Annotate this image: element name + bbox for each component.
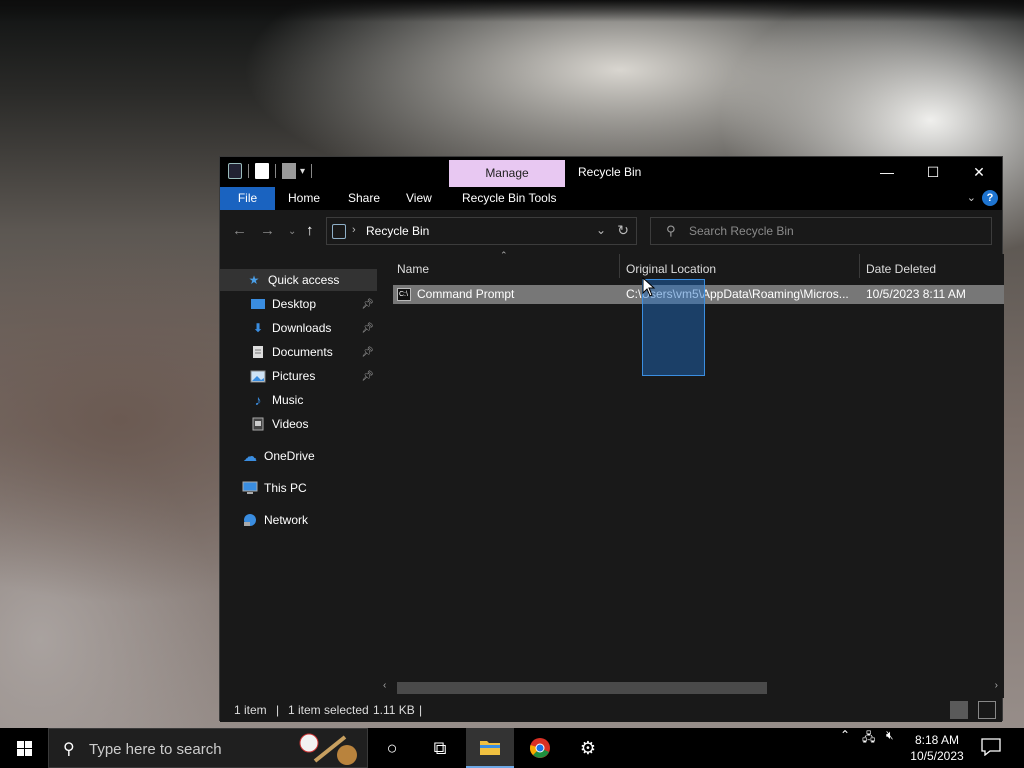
customize-toolbar-chevron-icon[interactable]: ▾	[300, 166, 305, 177]
pictures-icon	[250, 369, 266, 383]
minimize-button[interactable]: —	[864, 157, 910, 187]
pin-icon[interactable]: 📌︎	[361, 299, 374, 310]
scrollbar-thumb[interactable]	[397, 682, 767, 694]
task-view-icon[interactable]: ⧉	[416, 728, 464, 768]
maximize-button[interactable]: ☐	[910, 157, 956, 187]
taskbar-search-placeholder: Type here to search	[89, 741, 222, 758]
search-icon: ⚲	[666, 223, 676, 238]
window-controls: — ☐ ✕	[864, 157, 1002, 187]
file-explorer-window: ▾ Manage Recycle Bin — ☐ ✕ File Home Sha…	[219, 156, 1004, 722]
breadcrumb[interactable]: Recycle Bin	[366, 224, 429, 238]
sidebar-item-this-pc[interactable]: This PC	[242, 477, 307, 499]
sidebar-item-videos[interactable]: Videos	[250, 413, 374, 435]
quick-access-toolbar: ▾	[228, 163, 314, 179]
close-button[interactable]: ✕	[956, 157, 1002, 187]
details-view-button[interactable]	[950, 701, 968, 719]
properties-icon[interactable]	[255, 163, 269, 179]
network-icon	[242, 513, 258, 527]
sidebar-item-downloads[interactable]: ⬇ Downloads 📌︎	[250, 317, 374, 339]
search-box[interactable]: ⚲	[650, 217, 992, 245]
cloud-icon: ☁	[243, 447, 257, 464]
chrome-icon[interactable]	[516, 728, 564, 768]
scroll-right-icon[interactable]: ›	[995, 680, 998, 691]
taskbar: ⚲ Type here to search ○ ⧉ ⚙ ⌃ 🖧︎ 🔇︎ 8:18…	[0, 728, 1024, 768]
sidebar-item-onedrive[interactable]: ☁ OneDrive	[242, 445, 315, 467]
search-icon: ⚲	[63, 741, 75, 758]
pin-icon[interactable]: 📌︎	[361, 347, 374, 358]
downloads-icon: ⬇	[252, 321, 264, 335]
navigation-pane: ★ Quick access Desktop 📌︎ ⬇ Downloads 📌︎…	[220, 254, 377, 698]
documents-icon	[250, 345, 266, 359]
computer-icon	[242, 481, 258, 495]
navigation-bar: ← → ⌄ ↑ › Recycle Bin ⌄ ↻ ⚲	[220, 210, 1002, 254]
clock-date: 10/5/2023	[910, 749, 964, 763]
horizontal-scrollbar[interactable]: ‹ ›	[377, 678, 1004, 694]
recycle-bin-icon	[332, 224, 346, 239]
recent-locations-chevron-icon[interactable]: ⌄	[288, 226, 296, 237]
column-header-date-deleted[interactable]: Date Deleted	[866, 254, 936, 284]
music-icon: ♪	[254, 392, 262, 408]
search-highlight-baseball-icon	[299, 733, 357, 765]
command-prompt-icon: C:\	[397, 288, 411, 301]
new-folder-icon[interactable]	[282, 163, 296, 179]
pin-icon[interactable]: 📌︎	[361, 323, 374, 334]
refresh-icon[interactable]: ↻	[617, 222, 629, 239]
window-title: Recycle Bin	[578, 165, 642, 179]
status-bar: 1 item | 1 item selected 1.11 KB |	[220, 698, 1002, 722]
forward-arrow-icon[interactable]: →	[260, 222, 275, 239]
scroll-left-icon[interactable]: ‹	[383, 680, 386, 691]
sidebar-item-pictures[interactable]: Pictures 📌︎	[250, 365, 374, 387]
sidebar-item-network[interactable]: Network	[242, 509, 308, 531]
system-clock[interactable]: 8:18 AM 10/5/2023	[904, 732, 970, 764]
help-icon[interactable]: ?	[982, 190, 998, 206]
clock-time: 8:18 AM	[914, 733, 960, 747]
file-name: Command Prompt	[417, 287, 515, 301]
search-input[interactable]	[689, 222, 979, 240]
expand-ribbon-chevron-icon[interactable]: ⌄	[967, 191, 976, 204]
tab-view[interactable]: View	[406, 187, 432, 210]
sort-ascending-icon: ⌃	[500, 250, 508, 260]
item-count: 1 item	[234, 703, 267, 717]
address-bar[interactable]: › Recycle Bin ⌄ ↻	[326, 217, 637, 245]
taskbar-search-box[interactable]: ⚲ Type here to search	[48, 728, 368, 768]
start-button[interactable]	[0, 728, 48, 768]
desktop-icon	[250, 297, 266, 311]
column-header-name[interactable]: Name	[397, 254, 429, 284]
notifications-icon[interactable]	[980, 738, 1002, 756]
file-date-deleted: 10/5/2023 8:11 AM	[866, 287, 966, 301]
pin-icon[interactable]: 📌︎	[361, 371, 374, 382]
sidebar-item-documents[interactable]: Documents 📌︎	[250, 341, 374, 363]
selected-count: 1 item selected	[288, 703, 369, 717]
recycle-bin-icon	[228, 163, 242, 179]
manage-context-tab[interactable]: Manage	[449, 160, 565, 187]
sidebar-item-music[interactable]: ♪ Music	[250, 389, 374, 411]
settings-gear-icon[interactable]: ⚙	[564, 728, 612, 768]
large-icons-view-button[interactable]	[978, 701, 996, 719]
back-arrow-icon[interactable]: ←	[232, 222, 247, 239]
tab-share[interactable]: Share	[348, 187, 380, 210]
tab-home[interactable]: Home	[288, 187, 320, 210]
sidebar-item-desktop[interactable]: Desktop 📌︎	[250, 293, 374, 315]
mouse-cursor-icon	[642, 277, 656, 297]
tab-file[interactable]: File	[220, 187, 275, 210]
breadcrumb-chevron-icon[interactable]: ›	[352, 224, 356, 236]
tab-recycle-bin-tools[interactable]: Recycle Bin Tools	[462, 187, 557, 210]
ribbon-tabs: File Home Share View Recycle Bin Tools ⌄…	[220, 187, 1002, 210]
address-dropdown-chevron-icon[interactable]: ⌄	[596, 223, 606, 237]
sidebar-item-quick-access[interactable]: ★ Quick access	[220, 269, 377, 291]
star-icon: ★	[248, 273, 260, 287]
file-explorer-taskbar-icon[interactable]	[466, 728, 514, 768]
selected-size: 1.11 KB	[373, 703, 415, 717]
videos-icon	[250, 417, 266, 431]
cortana-icon[interactable]: ○	[368, 728, 416, 768]
title-bar[interactable]: ▾ Manage Recycle Bin — ☐ ✕	[220, 157, 1002, 187]
windows-logo-icon	[16, 740, 32, 756]
file-list: ⌃ Name Original Location Date Deleted C:…	[377, 250, 1004, 698]
up-arrow-icon[interactable]: ↑	[306, 222, 314, 239]
desktop-wallpaper	[0, 0, 1024, 22]
